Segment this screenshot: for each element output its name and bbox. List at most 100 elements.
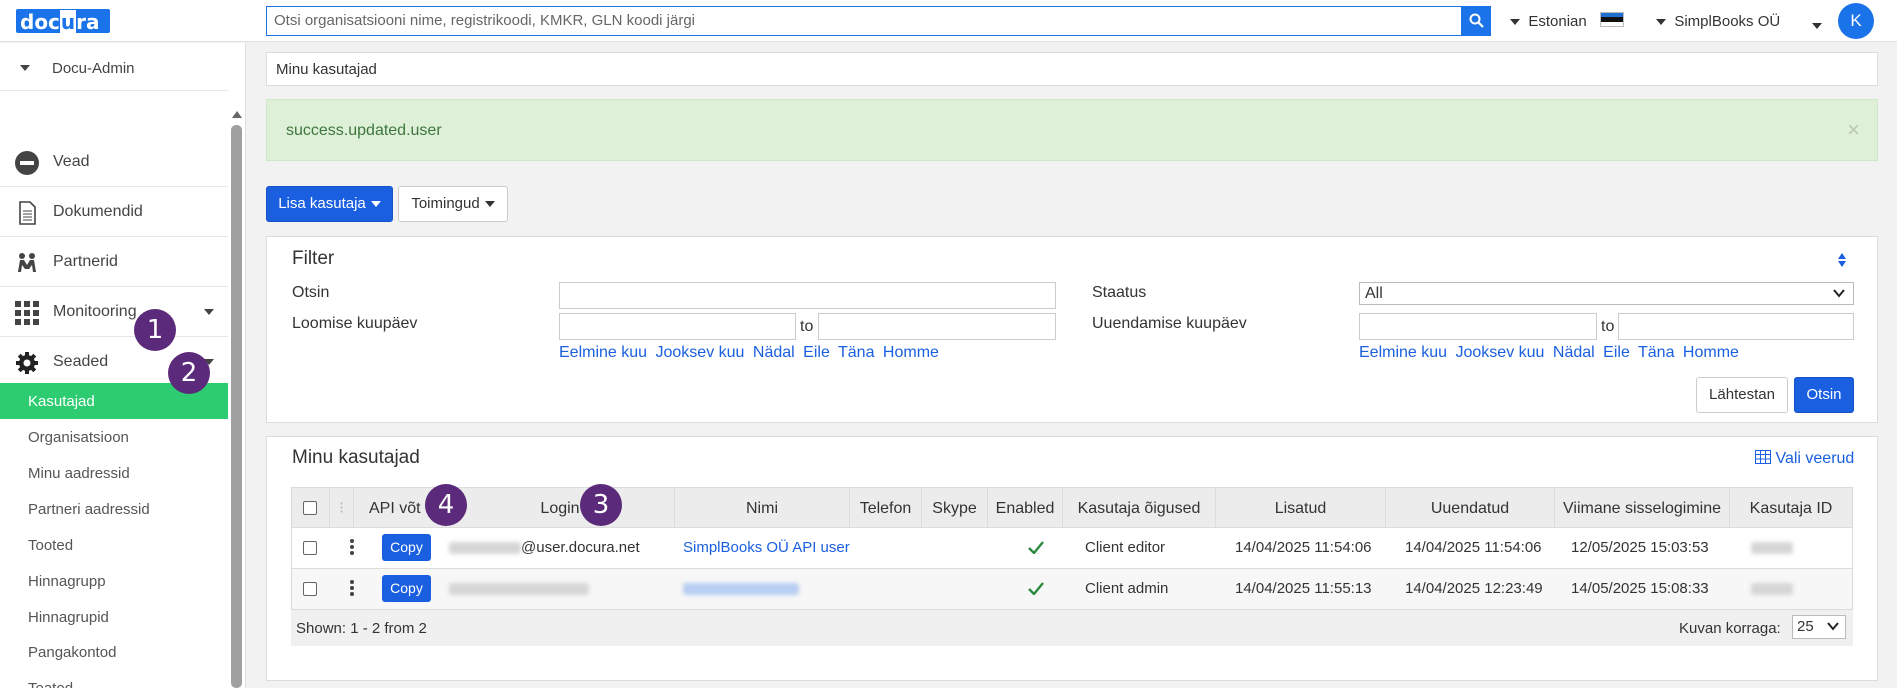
- shown-count: Shown: 1 - 2 from 2: [296, 620, 427, 637]
- sidebar-subitem-minu-aadressid[interactable]: Minu aadressid: [0, 455, 228, 491]
- link-current-month[interactable]: Jooksev kuu: [656, 344, 745, 361]
- close-icon[interactable]: ×: [1847, 117, 1860, 143]
- choose-columns-link[interactable]: Vali veerud: [1755, 450, 1858, 468]
- chevron-down-icon: [1510, 19, 1520, 26]
- created-to-field[interactable]: [818, 313, 1056, 340]
- column-last-login[interactable]: Viimane sisselogimine: [1555, 488, 1730, 529]
- row-checkbox[interactable]: [303, 582, 317, 596]
- sidebar-item-monitooring[interactable]: Monitooring: [0, 287, 228, 337]
- link-tomorrow[interactable]: Homme: [1683, 344, 1739, 361]
- column-name[interactable]: Nimi: [675, 488, 850, 529]
- language-selector[interactable]: Estonian: [1510, 13, 1587, 30]
- chevron-down-icon: [1656, 19, 1666, 26]
- login-cell: [449, 569, 589, 609]
- link-yesterday[interactable]: Eile: [803, 344, 830, 361]
- table-row: Copy @user.docura.net SimplBooks OÜ API …: [291, 528, 1853, 569]
- sidebar-subitem-partneri-aadressid[interactable]: Partneri aadressid: [0, 491, 228, 527]
- status-label: Staatus: [1092, 284, 1147, 301]
- search-icon: [1469, 13, 1484, 28]
- search-text-field[interactable]: [559, 282, 1056, 309]
- link-today[interactable]: Täna: [1638, 344, 1674, 361]
- sidebar-item-vead[interactable]: Vead: [0, 137, 228, 187]
- column-user-rights[interactable]: Kasutaja õigused: [1063, 488, 1216, 529]
- column-login[interactable]: Login: [446, 488, 675, 529]
- row-checkbox[interactable]: [303, 541, 317, 555]
- sidebar-subitem-hinnagrupp[interactable]: Hinnagrupp: [0, 563, 228, 599]
- column-phone[interactable]: Telefon: [850, 488, 922, 529]
- no-entry-icon: [15, 151, 39, 175]
- redacted-user-name: [683, 583, 799, 596]
- sidebar-scrollbar[interactable]: [231, 111, 243, 688]
- status-select[interactable]: All: [1359, 282, 1854, 305]
- column-enabled[interactable]: Enabled: [988, 488, 1063, 529]
- collapse-toggle-icon[interactable]: [1837, 252, 1847, 268]
- search-button[interactable]: [1462, 6, 1491, 36]
- column-updated[interactable]: Uuendatud: [1386, 488, 1555, 529]
- search-input[interactable]: Otsi organisatsiooni nime, registrikoodi…: [266, 6, 1462, 36]
- user-id-cell: [1751, 528, 1793, 568]
- created-date-label: Loomise kuupäev: [292, 315, 418, 332]
- copy-api-key-button[interactable]: Copy: [382, 575, 431, 602]
- estonia-flag-icon[interactable]: [1600, 12, 1624, 27]
- link-previous-month[interactable]: Eelmine kuu: [559, 344, 647, 361]
- column-added[interactable]: Lisatud: [1216, 488, 1386, 529]
- link-current-month[interactable]: Jooksev kuu: [1456, 344, 1545, 361]
- row-menu-icon[interactable]: [350, 580, 354, 598]
- to-label: to: [1601, 318, 1615, 335]
- user-name-link[interactable]: SimplBooks OÜ API user: [683, 528, 850, 568]
- select-all-cell: [292, 488, 330, 529]
- sidebar-header[interactable]: Docu-Admin: [0, 43, 228, 91]
- add-user-button[interactable]: Lisa kasutaja: [266, 186, 393, 222]
- link-yesterday[interactable]: Eile: [1603, 344, 1630, 361]
- table-footer: Shown: 1 - 2 from 2 Kuvan korraga: 25: [291, 610, 1853, 646]
- actions-dropdown-button[interactable]: Toimingud: [398, 186, 508, 222]
- row-menu-icon[interactable]: [350, 539, 354, 557]
- redacted-login: [449, 583, 589, 596]
- scrollbar-thumb[interactable]: [231, 125, 242, 688]
- checkmark-icon: [1028, 582, 1044, 595]
- user-name-link[interactable]: [683, 569, 799, 609]
- docura-logo[interactable]: docura: [16, 9, 110, 34]
- sidebar-subitem-pangakontod[interactable]: Pangakontod: [0, 634, 228, 670]
- chevron-down-icon: [370, 201, 381, 208]
- sidebar-subitem-tooted[interactable]: Tooted: [0, 527, 228, 563]
- annotation-badge-3: 3: [580, 484, 622, 526]
- per-page-label: Kuvan korraga:: [1679, 620, 1781, 637]
- per-page-select[interactable]: 25: [1792, 615, 1846, 639]
- sidebar-item-partnerid[interactable]: Partnerid: [0, 237, 228, 287]
- partners-icon: [18, 253, 36, 272]
- breadcrumb: Minu kasutajad: [266, 52, 1878, 86]
- column-user-id[interactable]: Kasutaja ID: [1730, 488, 1852, 529]
- scroll-up-arrow-icon[interactable]: [232, 111, 242, 118]
- select-all-checkbox[interactable]: [303, 501, 317, 515]
- sidebar-subitem-teated[interactable]: Teated: [0, 670, 228, 688]
- chevron-down-icon: [204, 309, 214, 315]
- reset-button[interactable]: Lähtestan: [1696, 377, 1788, 413]
- updated-cell: 14/04/2025 11:54:06: [1405, 539, 1542, 556]
- grid-icon: [15, 301, 39, 325]
- company-selector[interactable]: SimplBooks OÜ: [1656, 13, 1780, 30]
- sidebar-item-dokumendid[interactable]: Dokumendid: [0, 187, 228, 237]
- link-tomorrow[interactable]: Homme: [883, 344, 939, 361]
- link-week[interactable]: Nädal: [1553, 344, 1595, 361]
- updated-to-field[interactable]: [1618, 313, 1854, 340]
- copy-api-key-button[interactable]: Copy: [382, 534, 431, 561]
- users-table-title: Minu kasutajad: [292, 447, 420, 468]
- annotation-badge-1: 1: [134, 309, 176, 351]
- chevron-down-icon: [484, 201, 495, 208]
- link-previous-month[interactable]: Eelmine kuu: [1359, 344, 1447, 361]
- link-week[interactable]: Nädal: [753, 344, 795, 361]
- sidebar-subitem-hinnagrupid[interactable]: Hinnagrupid: [0, 599, 228, 635]
- user-menu-chevron-icon[interactable]: [1812, 17, 1822, 34]
- updated-from-field[interactable]: [1359, 313, 1597, 340]
- added-cell: 14/04/2025 11:54:06: [1235, 539, 1372, 556]
- link-today[interactable]: Täna: [838, 344, 874, 361]
- updated-date-label: Uuendamise kuupäev: [1092, 315, 1247, 332]
- search-submit-button[interactable]: Otsin: [1794, 377, 1854, 413]
- user-id-cell: [1751, 569, 1793, 609]
- redacted-user-id: [1751, 583, 1793, 596]
- column-skype[interactable]: Skype: [922, 488, 988, 529]
- created-from-field[interactable]: [559, 313, 796, 340]
- avatar[interactable]: K: [1838, 3, 1874, 39]
- sidebar-subitem-organisatsioon[interactable]: Organisatsioon: [0, 419, 228, 455]
